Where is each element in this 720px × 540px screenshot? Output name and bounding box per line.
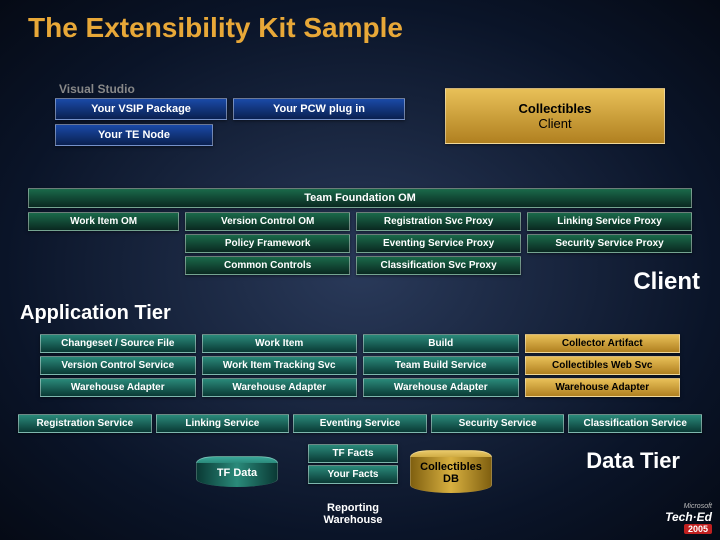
team-foundation-om-band: Team Foundation OM — [28, 188, 692, 208]
collectibles-client-box: Collectibles Client — [445, 88, 665, 144]
eventing-service: Eventing Service — [293, 414, 427, 433]
collector-artifact: Collector Artifact — [525, 334, 681, 353]
teched-logo: Microsoft Tech·Ed 2005 — [640, 502, 712, 534]
logo-brand: Tech·Ed — [665, 510, 712, 524]
team-build-service: Team Build Service — [363, 356, 519, 375]
collectibles-db-cylinder: Collectibles DB — [410, 450, 492, 493]
registration-svc-proxy: Registration Svc Proxy — [356, 212, 521, 231]
security-service-proxy: Security Service Proxy — [527, 234, 692, 253]
work-item: Work Item — [202, 334, 358, 353]
changeset-source-file: Changeset / Source File — [40, 334, 196, 353]
slide-title: The Extensibility Kit Sample — [0, 0, 720, 44]
work-item-tracking-svc: Work Item Tracking Svc — [202, 356, 358, 375]
vsip-package-box: Your VSIP Package — [55, 98, 227, 120]
work-item-om: Work Item OM — [28, 212, 179, 231]
tf-data-label: TF Data — [196, 463, 278, 487]
logo-microsoft: Microsoft — [684, 503, 712, 510]
linking-service-proxy: Linking Service Proxy — [527, 212, 692, 231]
version-control-service: Version Control Service — [40, 356, 196, 375]
classification-service: Classification Service — [568, 414, 702, 433]
pcw-plugin-box: Your PCW plug in — [233, 98, 405, 120]
app-grid: Changeset / Source File Work Item Build … — [40, 334, 680, 397]
logo-year: 2005 — [684, 524, 712, 534]
collectibles-web-svc: Collectibles Web Svc — [525, 356, 681, 375]
collectibles-client-l1: Collectibles — [454, 101, 656, 116]
tf-facts: TF Facts — [308, 444, 398, 463]
collectibles-db-l2: DB — [413, 473, 489, 485]
build: Build — [363, 334, 519, 353]
version-control-om: Version Control OM — [185, 212, 350, 231]
reporting-warehouse-label: Reporting Warehouse — [300, 502, 406, 526]
te-node-box: Your TE Node — [55, 124, 213, 146]
your-facts: Your Facts — [308, 465, 398, 484]
warehouse-adapter-3: Warehouse Adapter — [363, 378, 519, 397]
service-row: Registration Service Linking Service Eve… — [18, 414, 702, 433]
policy-framework: Policy Framework — [185, 234, 350, 253]
warehouse-adapter-4: Warehouse Adapter — [525, 378, 681, 397]
tf-data-cylinder: TF Data — [196, 456, 278, 487]
collectibles-client-l2: Client — [454, 116, 656, 131]
facts-stack: TF Facts Your Facts — [308, 444, 398, 486]
data-tier-label: Data Tier — [586, 448, 680, 474]
security-service: Security Service — [431, 414, 565, 433]
registration-service: Registration Service — [18, 414, 152, 433]
linking-service: Linking Service — [156, 414, 290, 433]
warehouse-adapter-2: Warehouse Adapter — [202, 378, 358, 397]
visual-studio-group: Visual Studio Your VSIP Package Your PCW… — [55, 82, 405, 146]
application-tier-label: Application Tier — [20, 302, 171, 325]
om-grid: Work Item OM Version Control OM Registra… — [28, 212, 692, 275]
client-tier-label: Client — [633, 268, 700, 296]
warehouse-adapter-1: Warehouse Adapter — [40, 378, 196, 397]
eventing-service-proxy: Eventing Service Proxy — [356, 234, 521, 253]
common-controls: Common Controls — [185, 256, 350, 275]
collectibles-db-l1: Collectibles — [413, 461, 489, 473]
classification-svc-proxy: Classification Svc Proxy — [356, 256, 521, 275]
visual-studio-label: Visual Studio — [59, 82, 405, 96]
